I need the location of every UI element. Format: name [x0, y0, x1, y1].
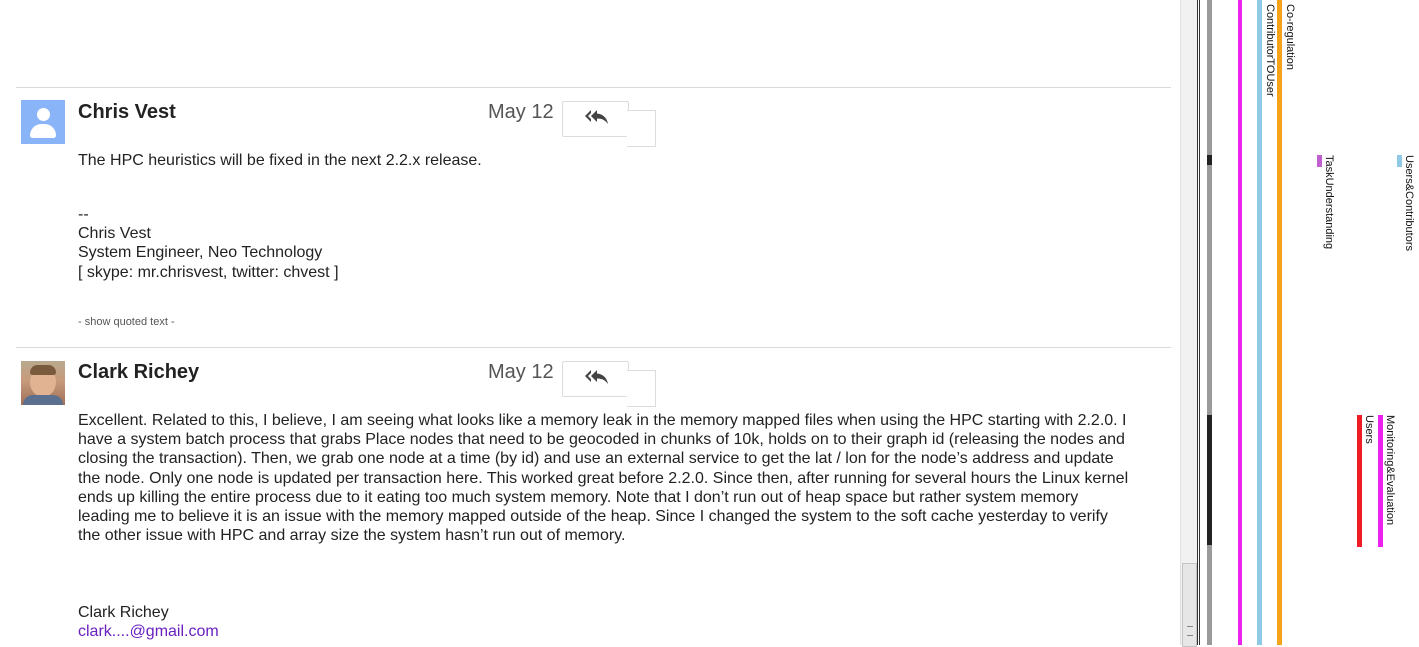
reply-all-icon	[585, 370, 608, 384]
body-line: ends up killing the entire process due t…	[78, 488, 1079, 506]
panel-border	[1197, 0, 1201, 645]
message-divider	[16, 87, 1171, 88]
message-divider	[16, 347, 1171, 348]
annotation-label: Monitoring&Evaluation	[1384, 415, 1396, 526]
annotation-label: Co-regulation	[1284, 4, 1296, 71]
timeline-bar	[1207, 0, 1212, 645]
annotation-bar-task-understanding[interactable]	[1317, 155, 1322, 167]
signature-line: System Engineer, Neo Technology	[78, 244, 323, 262]
body-line: leading me to believe it is an issue wit…	[78, 508, 1108, 526]
signature-line: [ skype: mr.chrisvest, twitter: chvest ]	[78, 263, 339, 281]
reply-all-icon	[585, 110, 608, 124]
signature-line: --	[78, 206, 89, 223]
profile-photo[interactable]	[21, 361, 65, 405]
reply-button[interactable]	[562, 361, 629, 397]
body-line: closing the transaction). Then, we grab …	[78, 450, 1114, 468]
grip-icon	[1187, 626, 1193, 636]
message-body: Excellent. Related to this, I believe, I…	[78, 411, 1170, 545]
sender-name[interactable]: Chris Vest	[78, 101, 176, 124]
signature-name: Clark Richey	[78, 604, 169, 621]
signature-block: -- Chris Vest System Engineer, Neo Techn…	[78, 205, 339, 282]
timeline-segment	[1207, 155, 1212, 165]
signature-line: Chris Vest	[78, 225, 151, 243]
sender-name[interactable]: Clark Richey	[78, 361, 199, 384]
annotation-label: Users&Contributors	[1403, 155, 1415, 251]
default-avatar-icon[interactable]	[21, 100, 65, 144]
annotation-bar-magenta[interactable]	[1238, 0, 1242, 645]
scrollbar-thumb[interactable]	[1182, 563, 1197, 647]
email-link[interactable]: clark....@gmail.com	[78, 622, 219, 641]
annotation-label: Users	[1363, 415, 1375, 444]
show-quoted-text-link[interactable]: - show quoted text -	[78, 316, 175, 328]
body-line: have a system batch process that grabs P…	[78, 431, 1125, 449]
vertical-scrollbar[interactable]	[1180, 0, 1198, 647]
annotation-panel: ContributorTOUser Co-regulation TaskUnde…	[1197, 0, 1419, 645]
message-date: May 12	[488, 361, 554, 383]
body-line: the other issue with HPC and array size …	[78, 527, 626, 545]
reply-button[interactable]	[562, 101, 629, 137]
body-line: Excellent. Related to this, I believe, I…	[78, 412, 1127, 429]
annotation-label: ContributorTOUser	[1264, 4, 1276, 97]
more-options-button[interactable]	[627, 110, 656, 147]
annotation-bar-monitoring-evaluation[interactable]	[1378, 415, 1383, 547]
more-options-button[interactable]	[627, 370, 656, 407]
annotation-bar-users-contributors[interactable]	[1397, 155, 1402, 167]
timeline-segment	[1207, 415, 1212, 545]
email-thread: Chris Vest May 12 The HPC heuristics wil…	[0, 0, 1180, 645]
annotation-bar-contributor-to-user[interactable]	[1257, 0, 1262, 645]
annotation-label: TaskUnderstanding	[1323, 155, 1335, 250]
annotation-bar-users[interactable]	[1357, 415, 1362, 547]
body-line: the node. Only one node is updated per t…	[78, 469, 1129, 487]
message-body: The HPC heuristics will be fixed in the …	[78, 152, 482, 169]
annotation-bar-co-regulation[interactable]	[1277, 0, 1282, 645]
message-date: May 12	[488, 101, 554, 123]
